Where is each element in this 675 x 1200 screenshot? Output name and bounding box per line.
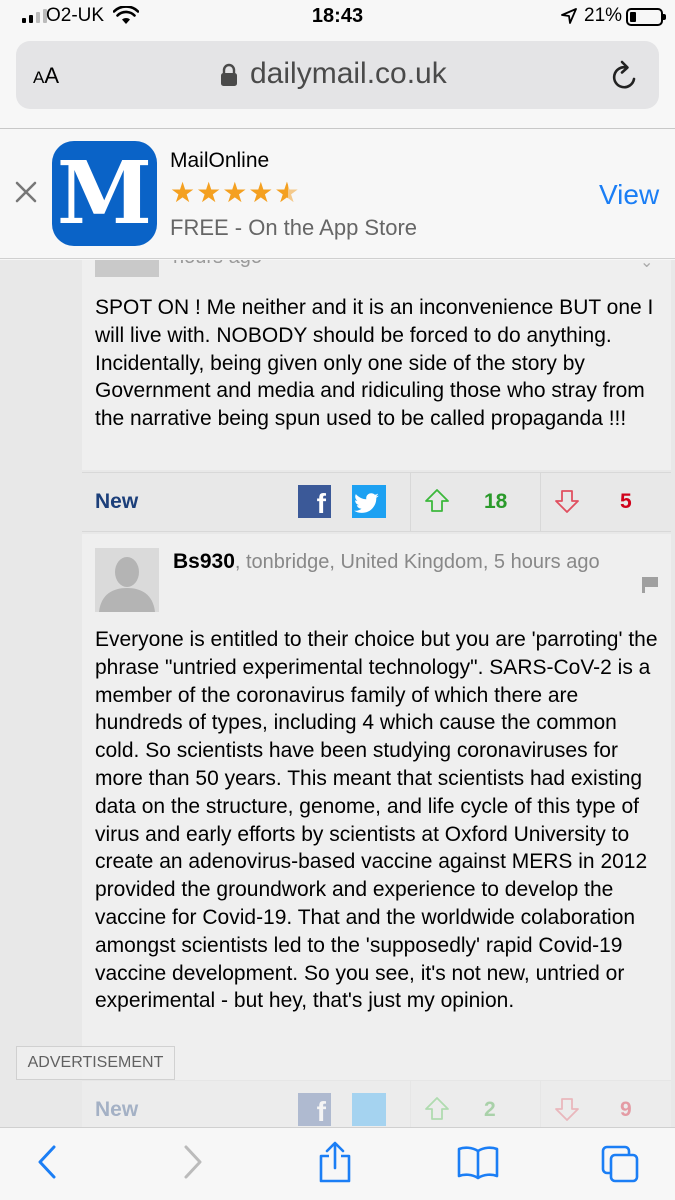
forward-icon[interactable] bbox=[180, 1142, 206, 1182]
downvote-arrow-icon[interactable] bbox=[554, 1096, 580, 1122]
comment-body: Everyone is entitled to their choice but… bbox=[95, 628, 658, 1013]
advertisement-label: ADVERTISEMENT bbox=[16, 1046, 175, 1080]
new-reply-link[interactable]: New bbox=[95, 1098, 138, 1122]
comment-actions: New f 2 9 bbox=[82, 1080, 671, 1127]
divider bbox=[410, 473, 411, 531]
comment-actions: New f 18 5 bbox=[82, 472, 671, 532]
facebook-share-icon[interactable]: f bbox=[298, 485, 331, 519]
avatar bbox=[95, 548, 159, 612]
rating-stars: ★★★★★ bbox=[170, 179, 301, 208]
upvote-count: 18 bbox=[484, 490, 508, 513]
divider bbox=[540, 473, 541, 531]
upvote-count: 2 bbox=[484, 1098, 496, 1121]
mailonline-app-icon: M bbox=[52, 141, 157, 246]
browser-toolbar bbox=[0, 1127, 675, 1200]
url-domain[interactable]: dailymail.co.uk bbox=[250, 57, 447, 91]
upvote-arrow-icon[interactable] bbox=[424, 1096, 450, 1122]
address-bar[interactable]: AA dailymail.co.uk bbox=[16, 41, 659, 109]
avatar bbox=[95, 260, 159, 277]
share-icon[interactable] bbox=[316, 1140, 354, 1184]
downvote-count: 9 bbox=[620, 1098, 632, 1121]
battery-icon bbox=[626, 8, 666, 26]
location-arrow-icon bbox=[561, 8, 577, 24]
status-bar: O2-UK 18:43 21% bbox=[0, 0, 675, 34]
comments-section: hours ago ⌄ SPOT ON ! Me neither and it … bbox=[0, 260, 675, 1127]
downvote-count: 5 bbox=[620, 490, 632, 513]
text-size-button[interactable]: AA bbox=[33, 63, 59, 89]
view-app-button[interactable]: View bbox=[599, 179, 659, 211]
comment-body: SPOT ON ! Me neither and it is an inconv… bbox=[95, 296, 654, 431]
comment-meta: Bs930, tonbridge, United Kingdom, 5 hour… bbox=[173, 547, 633, 577]
tabs-icon[interactable] bbox=[600, 1144, 640, 1184]
new-reply-link[interactable]: New bbox=[95, 490, 138, 514]
divider bbox=[540, 1081, 541, 1127]
app-name: MailOnline bbox=[170, 149, 270, 172]
back-icon[interactable] bbox=[34, 1142, 60, 1182]
comment-time: hours ago bbox=[173, 260, 262, 269]
reload-icon[interactable] bbox=[610, 59, 640, 91]
comment-location-time: , tonbridge, United Kingdom, 5 hours ago bbox=[234, 551, 600, 573]
app-store-subtitle: FREE - On the App Store bbox=[170, 215, 418, 240]
twitter-share-icon[interactable] bbox=[352, 1093, 386, 1126]
close-icon[interactable] bbox=[13, 179, 39, 205]
smart-app-banner: M MailOnline ★★★★★ FREE - On the App Sto… bbox=[0, 129, 675, 259]
report-flag-icon[interactable] bbox=[641, 576, 659, 594]
facebook-share-icon[interactable]: f bbox=[298, 1093, 331, 1127]
divider bbox=[410, 1081, 411, 1127]
twitter-share-icon[interactable] bbox=[352, 485, 386, 518]
upvote-arrow-icon[interactable] bbox=[424, 488, 450, 514]
bookmarks-icon[interactable] bbox=[456, 1144, 500, 1180]
comment-username[interactable]: Bs930 bbox=[173, 550, 235, 573]
half-star-icon: ★ bbox=[274, 179, 300, 208]
chevron-down-icon: ⌄ bbox=[640, 260, 654, 271]
battery-percentage: 21% bbox=[584, 5, 623, 26]
lock-icon bbox=[221, 63, 237, 86]
downvote-arrow-icon[interactable] bbox=[554, 488, 580, 514]
